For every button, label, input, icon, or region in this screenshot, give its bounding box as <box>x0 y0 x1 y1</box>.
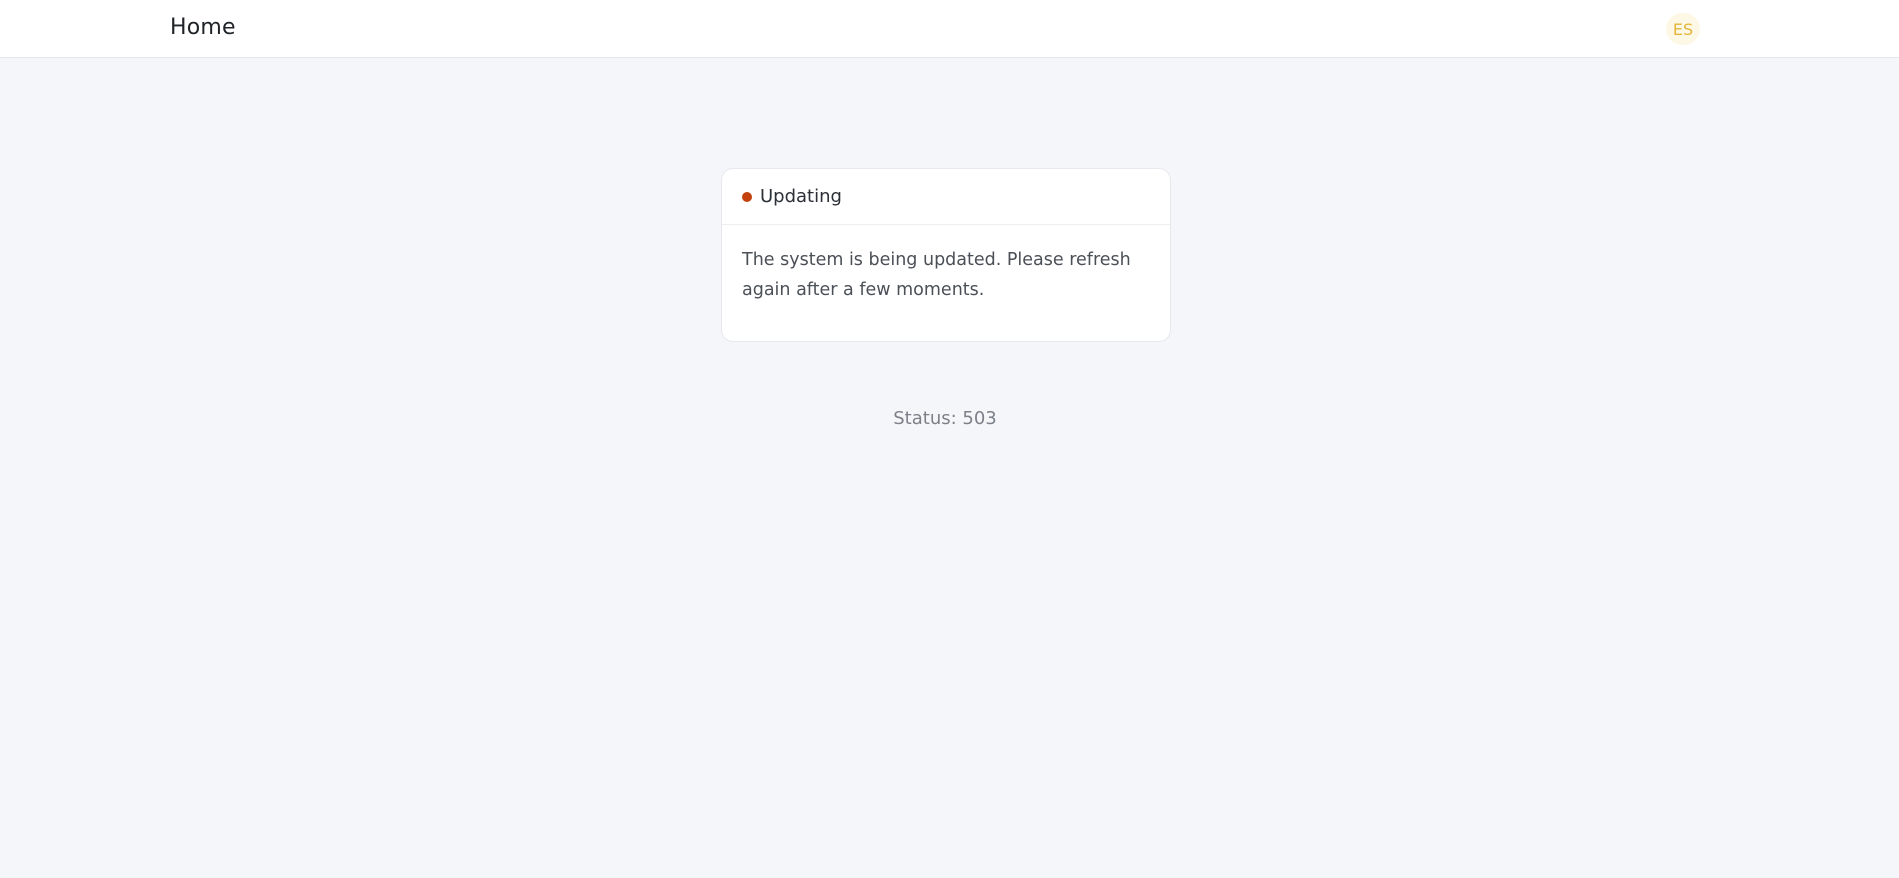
top-navigation-bar: Home ES <box>0 0 1899 58</box>
language-switcher-button[interactable]: ES <box>1666 13 1700 45</box>
notice-title: Updating <box>760 186 842 207</box>
notice-header: Updating <box>722 169 1170 225</box>
status-dot-icon <box>742 191 752 202</box>
status-code-text: Status: 503 <box>893 408 997 429</box>
notice-message: The system is being updated. Please refr… <box>742 250 1131 300</box>
home-link[interactable]: Home <box>170 15 236 40</box>
update-notice-card: Updating The system is being updated. Pl… <box>721 168 1171 342</box>
